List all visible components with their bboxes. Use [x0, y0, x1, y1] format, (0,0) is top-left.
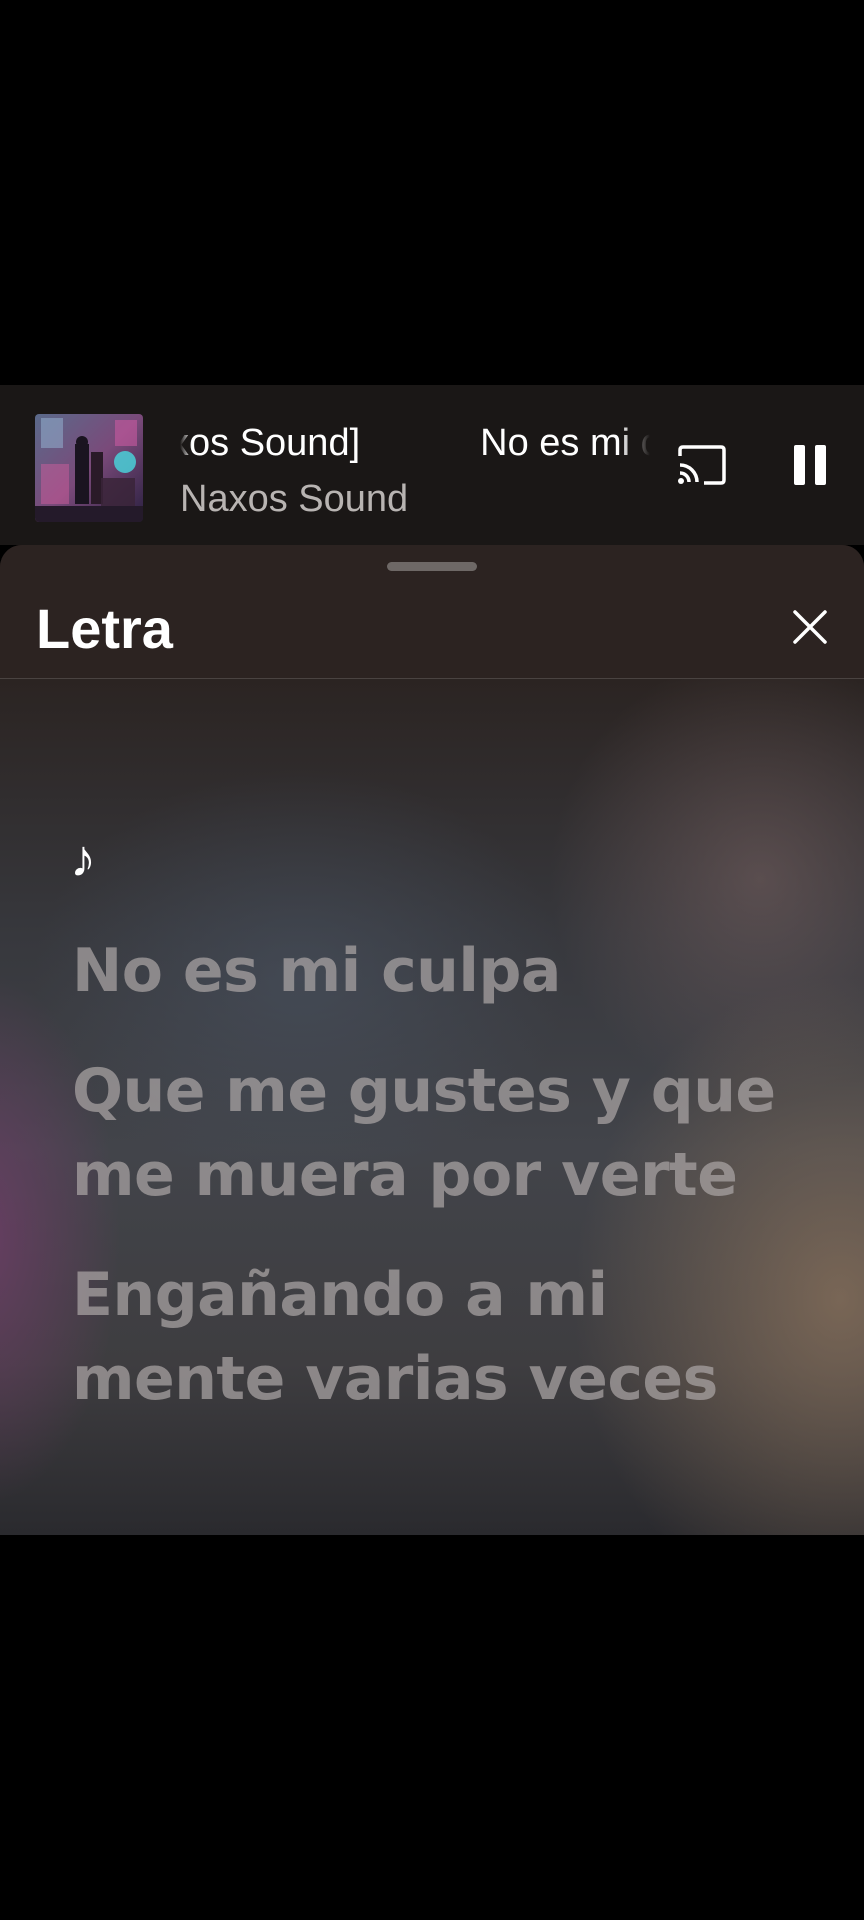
screen: xos Sound] No es mi culpa Naxos Sound Let…	[0, 0, 864, 1920]
album-art[interactable]	[35, 414, 143, 522]
track-title-marquee: xos Sound] No es mi culpa	[180, 415, 650, 471]
mini-player[interactable]: xos Sound] No es mi culpa Naxos Sound	[0, 385, 864, 545]
lyric-line[interactable]: Que me gustes y que me muera por verte	[72, 1049, 792, 1217]
lyric-line[interactable]: No es mi culpa	[72, 929, 792, 1013]
pause-icon	[794, 445, 826, 485]
close-icon	[793, 610, 827, 644]
lyrics-area[interactable]: ♪ No es mi culpa Que me gustes y que me …	[0, 679, 864, 1535]
close-button[interactable]	[780, 597, 840, 657]
track-artist[interactable]: Naxos Sound	[180, 471, 408, 527]
cast-icon	[678, 445, 726, 485]
track-title-part: xos Sound]	[180, 422, 361, 464]
sheet-title: Letra	[36, 597, 173, 660]
music-note-icon: ♪	[70, 830, 96, 888]
cast-button[interactable]	[672, 435, 732, 495]
lyrics-sheet: Letra ♪ No es mi culpa Que me gustes y q…	[0, 545, 864, 1535]
lyric-line[interactable]: Engañando a mi mente varias veces	[72, 1253, 792, 1421]
track-title[interactable]: xos Sound] No es mi culpa	[180, 415, 650, 471]
lyrics-list: No es mi culpa Que me gustes y que me mu…	[72, 929, 792, 1457]
drag-handle[interactable]	[387, 562, 477, 571]
track-title-part: No es mi culpa	[480, 422, 650, 464]
pause-button[interactable]	[780, 435, 840, 495]
